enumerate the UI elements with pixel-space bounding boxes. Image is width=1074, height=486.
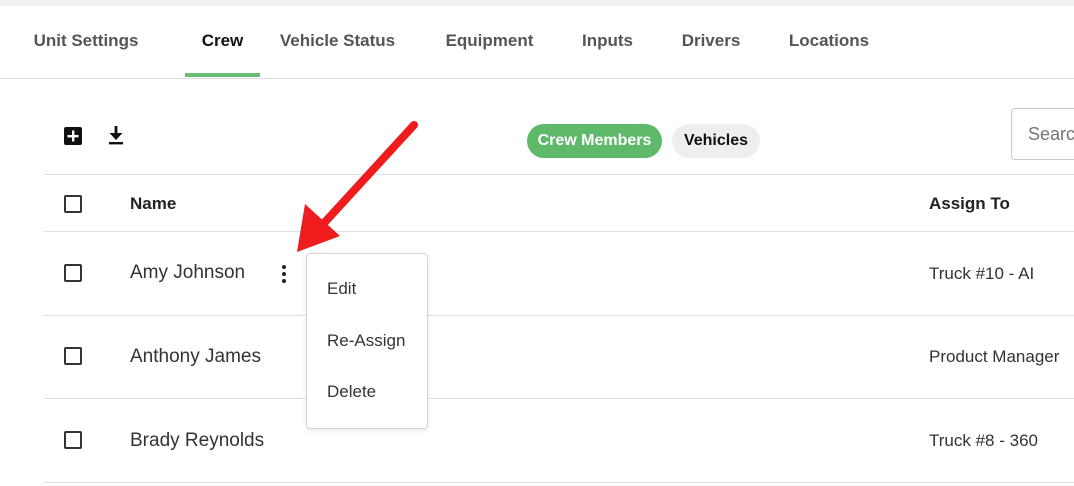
assigned-unit: Product Manager xyxy=(929,347,1060,366)
tab-locations[interactable]: Locations xyxy=(787,6,871,76)
menu-item-edit[interactable]: Edit xyxy=(307,269,427,309)
search-input[interactable] xyxy=(1011,108,1074,160)
row-divider xyxy=(44,398,1074,399)
crew-name: Brady Reynolds xyxy=(130,430,265,451)
download-icon[interactable] xyxy=(106,125,126,145)
tab-vehicle-status[interactable]: Vehicle Status xyxy=(276,6,399,76)
crew-name: Anthony James xyxy=(130,346,261,367)
menu-item-delete[interactable]: Delete xyxy=(307,372,427,412)
assigned-unit: Truck #10 - AI xyxy=(929,264,1035,283)
assign-to-column-header[interactable]: Assign To xyxy=(929,194,1010,214)
table-top-divider xyxy=(44,174,1074,175)
tab-unit-settings[interactable]: Unit Settings xyxy=(30,6,142,76)
tab-drivers[interactable]: Drivers xyxy=(680,6,742,76)
assigned-unit: Truck #8 - 360 xyxy=(929,431,1038,450)
tab-crew[interactable]: Crew xyxy=(185,6,260,76)
name-column-header[interactable]: Name xyxy=(130,194,176,214)
row-divider xyxy=(44,482,1074,483)
row-checkbox[interactable] xyxy=(64,347,82,365)
tab-inputs[interactable]: Inputs xyxy=(580,6,635,76)
menu-item-re-assign[interactable]: Re-Assign xyxy=(307,321,427,361)
active-tab-indicator xyxy=(185,73,260,77)
add-box-icon[interactable] xyxy=(63,126,83,146)
tab-equipment[interactable]: Equipment xyxy=(444,6,535,76)
crew-name: Amy Johnson xyxy=(130,262,246,283)
vehicles-toggle[interactable]: Vehicles xyxy=(672,124,760,158)
header-divider xyxy=(44,231,1074,232)
row-checkbox[interactable] xyxy=(64,264,82,282)
row-checkbox[interactable] xyxy=(64,431,82,449)
crew-members-toggle[interactable]: Crew Members xyxy=(527,124,662,158)
row-divider xyxy=(44,315,1074,316)
row-context-menu: Edit Re-Assign Delete xyxy=(306,253,428,429)
more-options-icon[interactable] xyxy=(276,262,292,286)
select-all-checkbox[interactable] xyxy=(64,195,82,213)
tab-bar: Unit Settings Crew Vehicle Status Equipm… xyxy=(0,6,1074,79)
